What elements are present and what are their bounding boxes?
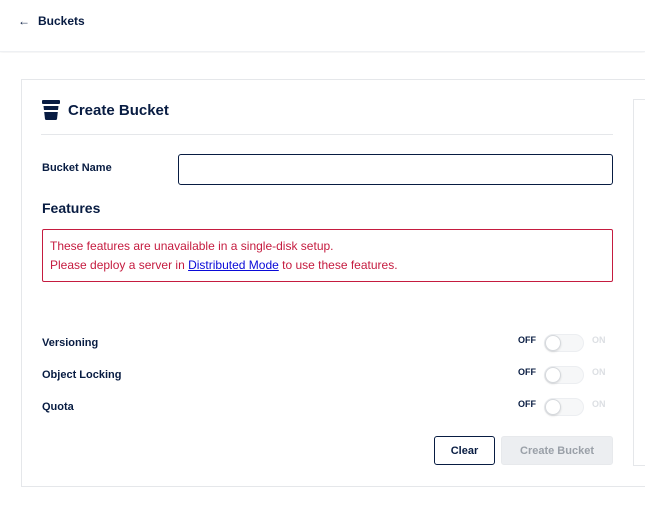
back-link-label: Buckets (38, 14, 85, 28)
versioning-toggle[interactable]: OFF ON (518, 333, 608, 355)
back-to-buckets-link[interactable]: ← Buckets (18, 14, 85, 28)
versioning-label: Versioning (42, 337, 99, 349)
bucket-name-label: Bucket Name (42, 162, 112, 174)
toggle-knob (545, 399, 561, 415)
versioning-row: Versioning OFF ON (42, 333, 613, 355)
divider (41, 134, 613, 135)
object-locking-toggle[interactable]: OFF ON (518, 365, 608, 387)
alert-line-1: These features are unavailable in a sing… (50, 239, 334, 253)
toggle-off-label: OFF (518, 335, 536, 345)
toggle-on-label: ON (592, 399, 606, 409)
alert-suffix: to use these features. (278, 258, 398, 272)
alert-line-2: Please deploy a server in Distributed Mo… (50, 256, 605, 275)
toggle-switch[interactable] (544, 398, 584, 416)
toggle-off-label: OFF (518, 399, 536, 409)
alert-prefix: Please deploy a server in (50, 258, 189, 272)
features-unavailable-alert: These features are unavailable in a sing… (42, 229, 613, 282)
features-heading: Features (42, 200, 101, 216)
top-bar: ← Buckets (0, 0, 645, 52)
distributed-mode-link[interactable]: Distributed Mode (188, 258, 279, 272)
toggle-knob (545, 367, 561, 383)
quota-label: Quota (42, 401, 74, 413)
toggle-on-label: ON (592, 367, 606, 377)
clear-button[interactable]: Clear (434, 436, 495, 465)
toggle-switch[interactable] (544, 334, 584, 352)
object-locking-row: Object Locking OFF ON (42, 365, 613, 387)
bucket-name-input[interactable] (178, 154, 613, 185)
arrow-left-icon: ← (18, 14, 30, 28)
toggle-off-label: OFF (518, 367, 536, 377)
side-panel (633, 99, 645, 466)
bucket-icon (42, 100, 60, 120)
page-title: Create Bucket (68, 101, 169, 119)
toggle-knob (545, 335, 561, 351)
toggle-switch[interactable] (544, 366, 584, 384)
toggle-on-label: ON (592, 335, 606, 345)
create-bucket-card (21, 79, 645, 487)
card-header: Create Bucket (42, 100, 169, 120)
object-locking-label: Object Locking (42, 369, 122, 381)
quota-toggle[interactable]: OFF ON (518, 397, 608, 419)
create-bucket-button[interactable]: Create Bucket (501, 436, 613, 465)
quota-row: Quota OFF ON (42, 397, 613, 419)
